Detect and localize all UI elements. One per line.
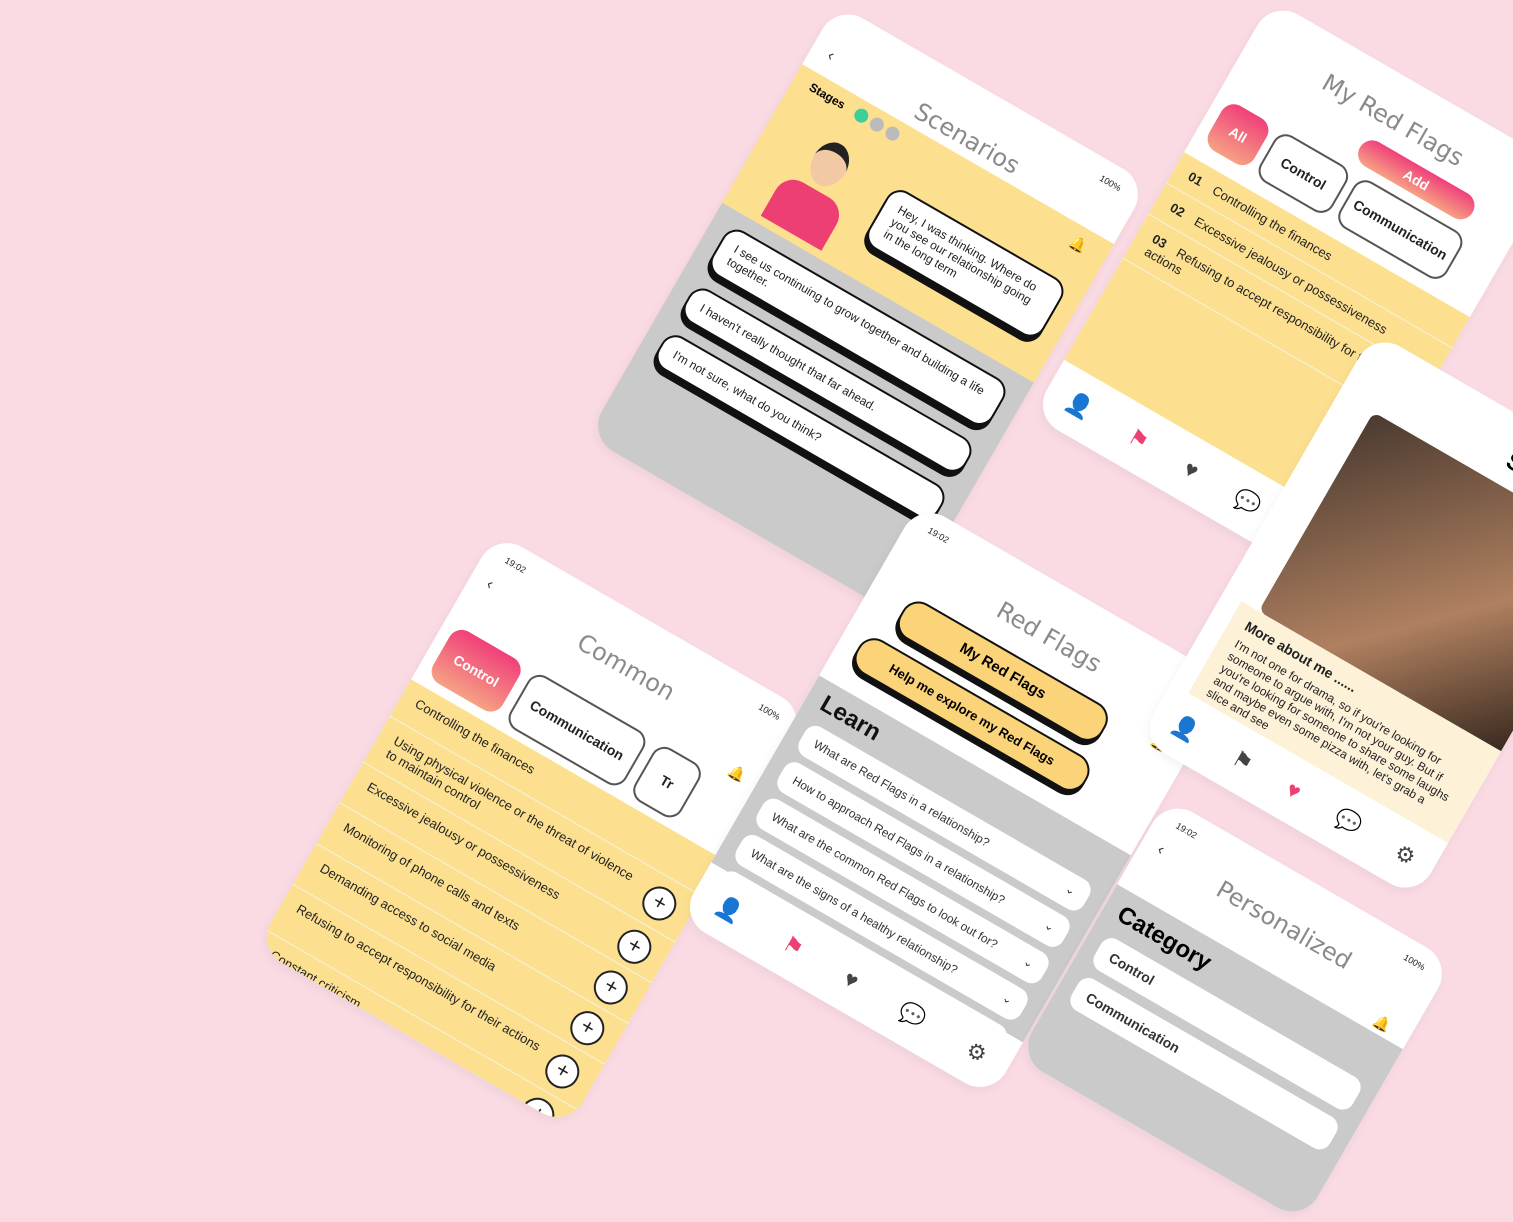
stage-dot <box>867 115 887 135</box>
time-label: 19:02 <box>926 525 951 546</box>
stage-dot-active <box>851 106 871 126</box>
chevron-down-icon: ⌄ <box>1041 917 1058 935</box>
heart-icon[interactable]: ♥ <box>1179 456 1203 485</box>
chat-icon[interactable]: 💬 <box>894 997 930 1033</box>
character-illustration <box>760 127 873 251</box>
time-label: 19:02 <box>1174 820 1199 841</box>
scenarios-screen: 100% ‹ Scenarios 🔔 Stages Hey, I was thi… <box>587 3 1149 617</box>
heart-icon[interactable]: ♥ <box>839 966 863 995</box>
battery-label: 100% <box>1401 952 1427 973</box>
flag-icon[interactable]: ⚑ <box>778 930 808 962</box>
bell-icon[interactable]: 🔔 <box>725 762 749 785</box>
time-label: 19:02 <box>503 555 528 576</box>
flag-icon[interactable]: ⚑ <box>1123 423 1154 455</box>
battery-label: 100% <box>756 701 782 722</box>
user-icon[interactable]: 👤 <box>710 892 747 928</box>
chevron-down-icon: ⌄ <box>1020 953 1037 972</box>
chevron-down-icon: ⌄ <box>1062 881 1079 899</box>
heart-icon[interactable]: ♥ <box>1281 776 1306 805</box>
chevron-down-icon: ⌄ <box>999 990 1016 1008</box>
gear-icon[interactable]: ⚙ <box>1390 839 1421 871</box>
stage-dot <box>882 124 903 144</box>
user-icon[interactable]: 👤 <box>1061 388 1097 424</box>
page-title: Scenarios <box>909 97 1025 180</box>
chat-icon[interactable]: 💬 <box>1229 484 1265 520</box>
chat-icon[interactable]: 💬 <box>1329 804 1366 840</box>
gear-icon[interactable]: ⚙ <box>961 1036 992 1068</box>
common-screen: 19:02 100% ‹ Common 🔔 Control Communicat… <box>256 532 808 1128</box>
add-icon[interactable]: + <box>514 1091 561 1128</box>
add-icon[interactable]: + <box>539 1048 586 1095</box>
add-icon[interactable]: + <box>636 880 683 927</box>
flag-icon[interactable]: ⚑ <box>1227 745 1258 777</box>
bell-icon[interactable]: 🔔 <box>1066 233 1090 256</box>
user-icon[interactable]: 👤 <box>1167 710 1203 746</box>
